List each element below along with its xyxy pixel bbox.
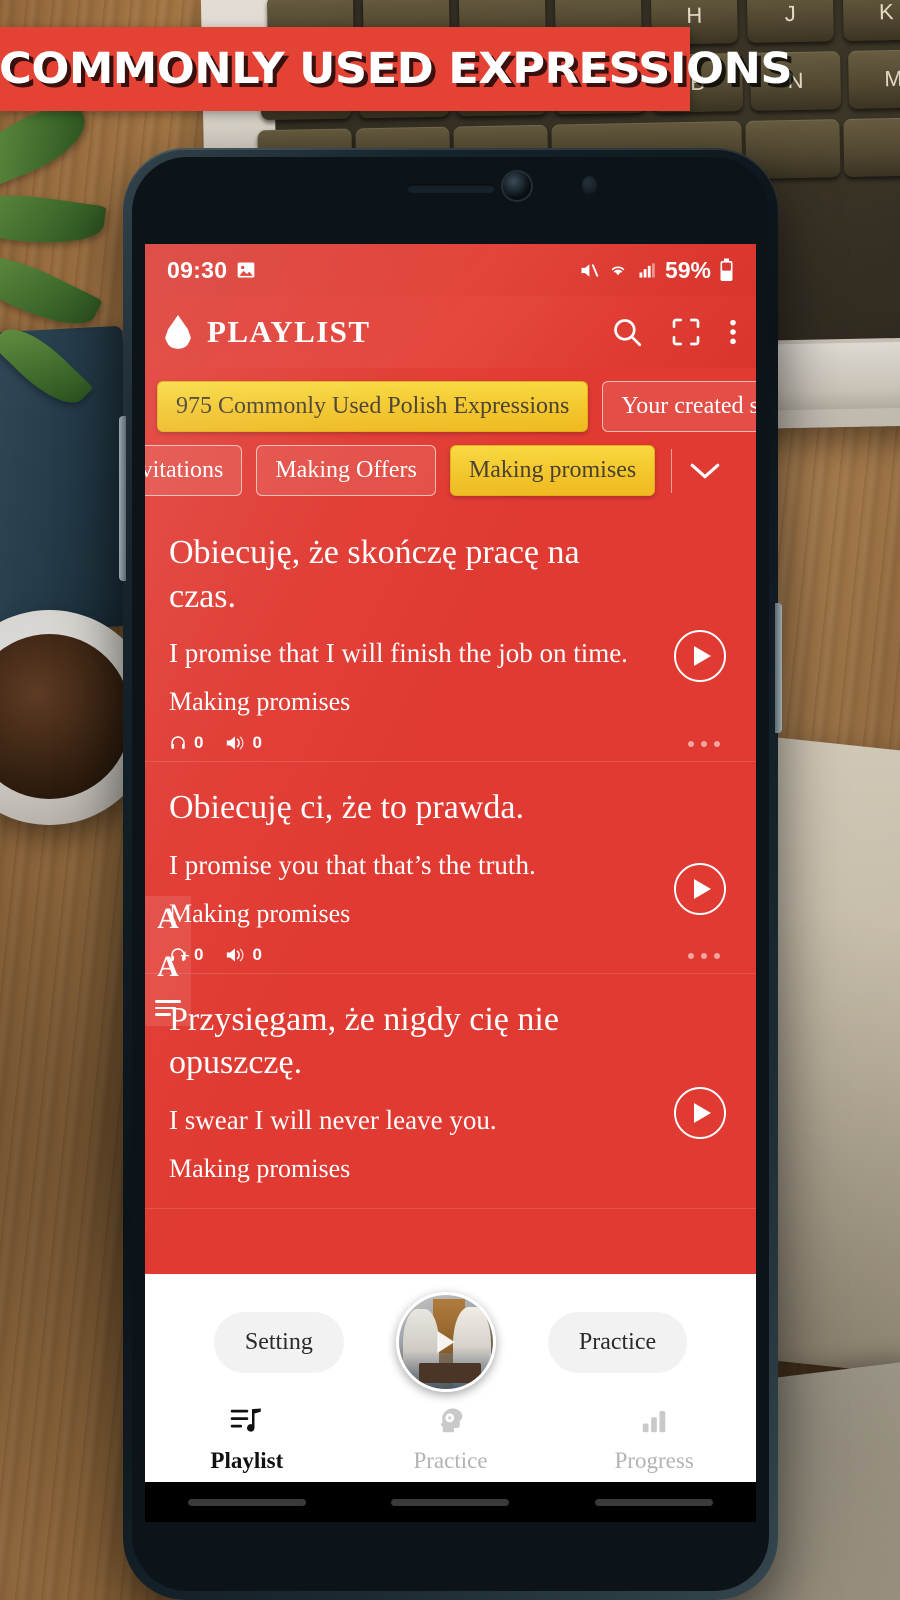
quick-action-row: Setting Practice xyxy=(145,1274,756,1404)
category-chip-making-offers[interactable]: Making Offers xyxy=(256,445,436,496)
card-category: Making promises xyxy=(169,687,351,717)
practice-head-icon xyxy=(435,1406,467,1441)
category-chip-making-invitations[interactable]: ing Invitations xyxy=(145,445,243,496)
app-bar: PLAYLIST xyxy=(145,296,756,368)
play-icon[interactable] xyxy=(674,863,726,916)
phone-mockup: 09:30 59% PLAYLIST 975 Commonly Used Pol… xyxy=(119,148,782,1600)
playlist-music-icon xyxy=(230,1406,264,1441)
increase-font-label: A xyxy=(157,950,179,983)
earpiece-speaker xyxy=(406,184,495,193)
image-icon xyxy=(236,260,256,280)
setting-button[interactable]: Setting xyxy=(213,1311,344,1373)
battery-percent: 59% xyxy=(664,256,711,283)
tab-practice[interactable]: Practice xyxy=(349,1404,553,1482)
page-title: PLAYLIST xyxy=(207,314,371,349)
play-icon[interactable] xyxy=(437,1331,455,1353)
tab-progress-label: Progress xyxy=(614,1448,694,1473)
tab-playlist[interactable]: Playlist xyxy=(145,1404,349,1482)
battery-icon xyxy=(719,258,734,282)
speak-stat: 0 xyxy=(225,944,262,965)
nav-recents-button[interactable] xyxy=(595,1498,714,1506)
native-phrase: I swear I will never leave you. xyxy=(169,1104,497,1135)
phone-screen: 09:30 59% PLAYLIST 975 Commonly Used Pol… xyxy=(145,244,756,1482)
video-thumbnail[interactable] xyxy=(395,1292,496,1392)
banner: COMMONLY USED EXPRESSIONS xyxy=(0,27,793,111)
category-chip-making-promises[interactable]: Making promises xyxy=(449,445,656,496)
increase-font-sup: + xyxy=(180,946,190,965)
overflow-menu-icon[interactable] xyxy=(728,316,738,348)
speak-count: 0 xyxy=(252,944,262,964)
search-icon[interactable] xyxy=(610,315,644,349)
status-bar: 09:30 59% xyxy=(145,244,756,296)
play-icon[interactable] xyxy=(674,1086,726,1139)
target-phrase: Przysięgam, że nigdy cię nie opuszczę. xyxy=(169,1000,559,1082)
expression-card[interactable]: Przysięgam, że nigdy cię nie opuszczę. I… xyxy=(145,974,756,1209)
thumb-table xyxy=(418,1363,481,1383)
expression-card[interactable]: Obiecuję ci, że to prawda. I promise you… xyxy=(145,762,756,974)
nav-back-button[interactable] xyxy=(187,1498,306,1506)
fullscreen-icon[interactable] xyxy=(670,316,702,348)
expression-list: Obiecuję, że skończę pracę na czas. I pr… xyxy=(145,507,756,1209)
volume-button[interactable] xyxy=(119,416,126,581)
tab-playlist-label: Playlist xyxy=(210,1448,284,1473)
bottom-sheet: Setting Practice Playlist Practice Progr… xyxy=(145,1274,756,1482)
mute-icon xyxy=(578,260,599,281)
speak-count: 0 xyxy=(252,733,262,753)
front-camera xyxy=(502,172,531,200)
decrease-font-sup: - xyxy=(184,898,190,917)
card-overflow-icon[interactable] xyxy=(688,952,720,959)
target-phrase: Obiecuję, że skończę pracę na czas. xyxy=(169,534,580,615)
chevron-down-icon[interactable] xyxy=(671,448,722,493)
droplet-icon xyxy=(165,315,191,349)
target-phrase: Obiecuję ci, że to prawda. xyxy=(169,789,524,827)
card-category: Making promises xyxy=(169,898,351,928)
card-stats: 0 0 xyxy=(169,945,640,965)
card-overflow-icon[interactable] xyxy=(688,741,720,748)
playlist-chip-selected[interactable]: 975 Commonly Used Polish Expressions xyxy=(157,381,589,432)
signal-icon xyxy=(637,260,657,280)
status-time: 09:30 xyxy=(167,256,228,283)
native-phrase: I promise you that that’s the truth. xyxy=(169,849,536,880)
expression-card[interactable]: Obiecuję, że skończę pracę na czas. I pr… xyxy=(145,507,756,763)
banner-text: COMMONLY USED EXPRESSIONS xyxy=(0,44,793,94)
proximity-sensor xyxy=(581,176,597,195)
playlist-chip-row[interactable]: 975 Commonly Used Polish Expressions You… xyxy=(145,368,756,439)
playlist-chip-your-created[interactable]: Your created s xyxy=(602,381,756,432)
card-stats: 0 0 xyxy=(169,733,640,753)
power-button[interactable] xyxy=(775,603,782,733)
increase-font-button[interactable]: A + xyxy=(157,947,190,983)
listen-count: 0 xyxy=(194,944,204,964)
wifi-icon xyxy=(607,260,629,280)
android-nav-bar xyxy=(145,1482,756,1522)
font-size-control[interactable]: A- A + xyxy=(145,896,191,1026)
tab-practice-label: Practice xyxy=(413,1448,488,1473)
bottom-tab-bar: Playlist Practice Progress xyxy=(145,1404,756,1482)
tab-progress[interactable]: Progress xyxy=(552,1404,756,1482)
progress-bars-icon xyxy=(638,1406,670,1441)
decrease-font-label: A xyxy=(157,902,179,935)
listen-count: 0 xyxy=(194,733,204,753)
card-category: Making promises xyxy=(169,1153,351,1183)
decrease-font-button[interactable]: A- xyxy=(157,899,190,935)
practice-button[interactable]: Practice xyxy=(547,1311,688,1373)
category-chip-row[interactable]: ing Invitations Making Offers Making pro… xyxy=(145,439,756,507)
text-lines-icon[interactable] xyxy=(155,1000,181,1016)
native-phrase: I promise that I will finish the job on … xyxy=(169,638,628,669)
speak-stat: 0 xyxy=(225,733,262,753)
play-icon[interactable] xyxy=(674,630,726,683)
listen-stat: 0 xyxy=(169,733,203,753)
nav-home-button[interactable] xyxy=(391,1498,510,1506)
